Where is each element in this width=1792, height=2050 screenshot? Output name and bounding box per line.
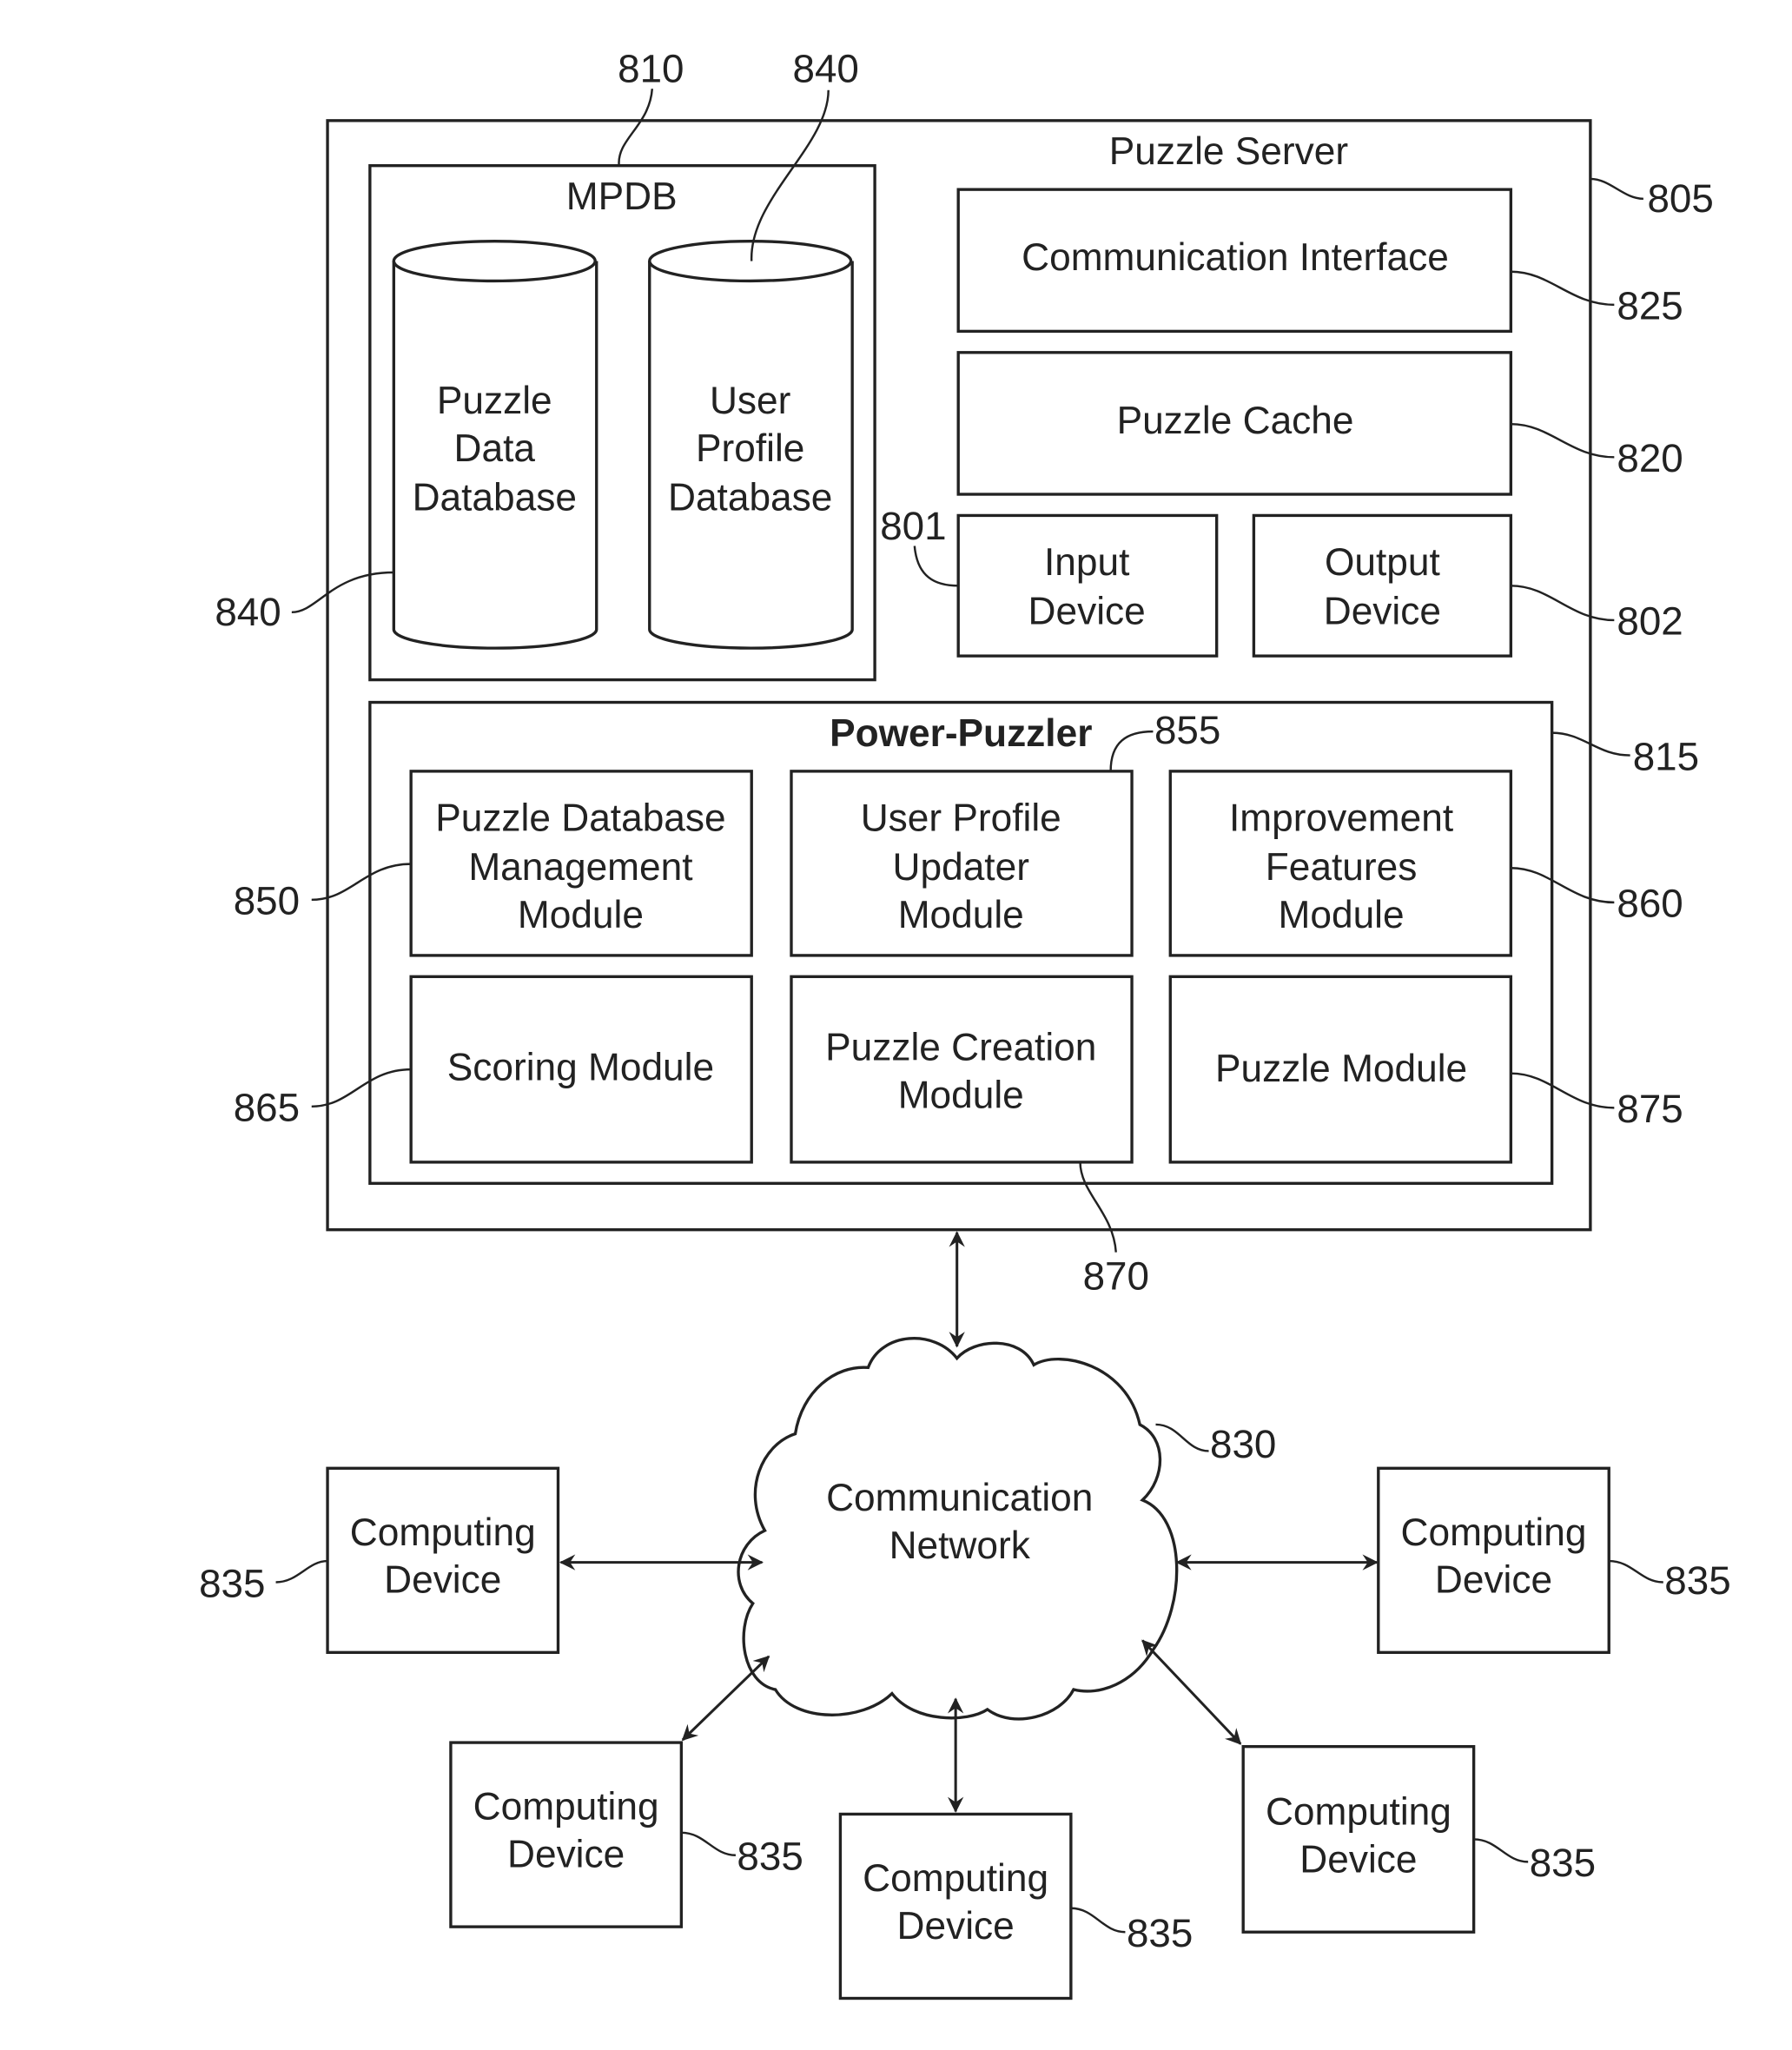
- ref-810: 810: [618, 47, 684, 91]
- user-profile-database: User Profile Database: [648, 239, 854, 650]
- ref-870: 870: [1083, 1253, 1149, 1298]
- device-label: Computing: [1401, 1511, 1587, 1554]
- ref-835: 835: [1127, 1911, 1193, 1955]
- module-label: Puzzle Module: [1215, 1048, 1467, 1090]
- svg-text:Puzzle: Puzzle: [437, 380, 552, 422]
- leader-835: [681, 1831, 736, 1856]
- ref-840-left: 840: [215, 590, 281, 634]
- device-label: Device: [897, 1905, 1015, 1948]
- device-label: Device: [507, 1833, 625, 1875]
- system-diagram: Puzzle Server 805 MPDB 810 840 Puzzle Da…: [199, 47, 1731, 2000]
- device-label: Computing: [1266, 1791, 1451, 1834]
- mpdb-title: MPDB: [566, 175, 678, 218]
- module-label: Improvement: [1229, 797, 1453, 840]
- network-label: Communication: [826, 1477, 1093, 1519]
- ref-815: 815: [1633, 734, 1699, 778]
- network-label-2: Network: [889, 1524, 1031, 1567]
- device-label: Computing: [863, 1857, 1048, 1900]
- input-device-label: Input: [1044, 541, 1129, 584]
- device-label: Computing: [350, 1511, 536, 1554]
- ref-835: 835: [199, 1561, 265, 1605]
- ref-865: 865: [234, 1086, 300, 1130]
- arrow-bottom-left: [681, 1655, 770, 1742]
- module-label: Management: [468, 846, 692, 889]
- ref-860: 860: [1617, 882, 1683, 926]
- ref-850: 850: [234, 879, 300, 923]
- power-puzzler-title: Power-Puzzler: [830, 712, 1092, 755]
- ref-825: 825: [1617, 284, 1683, 328]
- leader-805: [1590, 177, 1643, 201]
- ref-840-top: 840: [793, 47, 859, 91]
- ref-835: 835: [1530, 1841, 1596, 1885]
- module-label: User Profile: [861, 797, 1061, 840]
- svg-text:Database: Database: [413, 476, 577, 519]
- ref-855: 855: [1154, 708, 1220, 752]
- module-label: Module: [518, 894, 644, 936]
- module-label: Updater: [893, 846, 1029, 889]
- module-label: Module: [1279, 894, 1405, 936]
- ref-801: 801: [880, 504, 946, 548]
- ref-802: 802: [1617, 599, 1683, 644]
- device-label: Device: [1299, 1839, 1417, 1881]
- ref-820: 820: [1617, 436, 1683, 480]
- device-label: Computing: [473, 1786, 659, 1828]
- ref-805: 805: [1647, 176, 1713, 221]
- device-label: Device: [384, 1559, 501, 1602]
- module-label: Features: [1266, 846, 1418, 889]
- svg-text:Profile: Profile: [696, 427, 804, 470]
- svg-text:Data: Data: [454, 427, 536, 470]
- input-device-box: [956, 513, 1219, 658]
- leader-835: [1070, 1907, 1126, 1934]
- leader-835: [275, 1559, 328, 1584]
- ref-875: 875: [1617, 1087, 1683, 1131]
- module-label: Module: [898, 1074, 1024, 1116]
- ref-830: 830: [1210, 1422, 1276, 1466]
- output-device-label: Output: [1325, 541, 1440, 584]
- leader-835: [1609, 1559, 1663, 1584]
- puzzle-creation-module: [790, 975, 1134, 1164]
- input-device-label-2: Device: [1028, 591, 1146, 633]
- leader-835: [1473, 1838, 1529, 1863]
- module-label: Puzzle Creation: [825, 1026, 1096, 1068]
- puzzle-cache-label: Puzzle Cache: [1117, 400, 1354, 442]
- module-label: Scoring Module: [447, 1046, 714, 1088]
- leader-830: [1155, 1423, 1209, 1452]
- puzzle-data-database: Puzzle Data Database: [392, 239, 598, 650]
- svg-text:User: User: [710, 380, 790, 422]
- svg-text:Database: Database: [668, 476, 832, 519]
- module-label: Puzzle Database: [435, 797, 725, 840]
- module-label: Module: [898, 894, 1024, 936]
- output-device-label-2: Device: [1324, 591, 1441, 633]
- puzzle-server-title: Puzzle Server: [1109, 130, 1348, 173]
- output-device-box: [1252, 513, 1513, 658]
- arrow-bottom-right: [1141, 1639, 1242, 1745]
- device-label: Device: [1435, 1559, 1552, 1602]
- ref-835: 835: [737, 1835, 803, 1879]
- ref-835: 835: [1664, 1558, 1730, 1603]
- communication-interface-label: Communication Interface: [1022, 236, 1449, 279]
